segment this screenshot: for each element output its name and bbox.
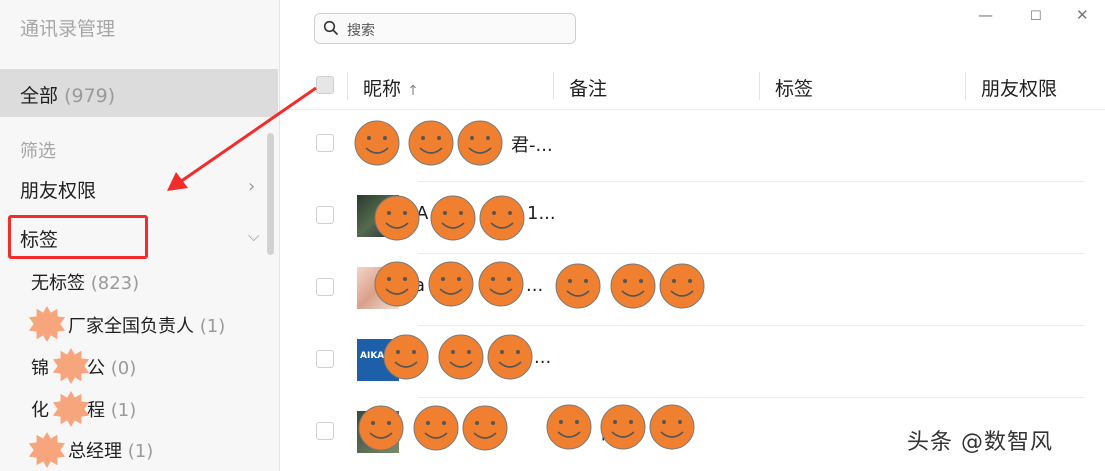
smiley-sticker-icon — [374, 195, 420, 241]
tag-item-label: 化 — [31, 400, 49, 421]
sidebar-item-friend-permission[interactable]: 朋友权限 › — [0, 168, 270, 208]
tag-item-general-manager[interactable]: 总经理 (1) — [68, 437, 153, 469]
tag-item-untagged[interactable]: 无标签 (823) — [31, 269, 139, 301]
smiley-sticker-icon — [555, 263, 601, 309]
column-friend-permission[interactable]: 朋友权限 — [981, 74, 1057, 101]
column-tags[interactable]: 标签 — [775, 74, 813, 101]
all-label: 全部 — [20, 85, 59, 107]
row-checkbox[interactable] — [316, 350, 334, 368]
contact-name: ... — [534, 347, 552, 368]
smiley-sticker-icon — [383, 334, 429, 380]
tag-item-label: 锦 — [31, 358, 49, 379]
smiley-sticker-icon — [610, 263, 656, 309]
smiley-sticker-icon — [659, 263, 705, 309]
tag-item-count: (823) — [90, 273, 140, 294]
row-checkbox[interactable] — [316, 206, 334, 224]
smiley-sticker-icon — [354, 120, 400, 166]
row-checkbox[interactable] — [316, 422, 334, 440]
smiley-sticker-icon — [430, 195, 476, 241]
search-input[interactable]: 搜索 — [314, 13, 576, 44]
column-divider — [553, 72, 554, 100]
smiley-sticker-icon — [487, 334, 533, 380]
contact-name-tail: 1... — [527, 203, 556, 224]
close-icon[interactable]: ✕ — [1076, 6, 1089, 24]
tag-item-label: 总经理 — [68, 441, 122, 462]
smiley-sticker-icon — [413, 405, 459, 451]
smiley-sticker-icon — [438, 334, 484, 380]
tag-item-label: 厂家全国负责人 — [68, 316, 194, 337]
column-divider — [759, 72, 760, 100]
sidebar: 通讯录管理 全部 (979) 筛选 朋友权限 › 标签 ⌵ 无标签 (823) … — [0, 0, 280, 471]
tag-item-count: (1) — [110, 400, 137, 421]
select-all-checkbox[interactable] — [316, 76, 334, 94]
all-count: (979) — [64, 85, 116, 107]
tag-item-count: (0) — [110, 358, 137, 379]
column-divider — [965, 72, 966, 100]
table-header: 昵称 ↑ 备注 标签 朋友权限 — [281, 62, 1105, 110]
smiley-sticker-icon — [600, 404, 646, 450]
row-checkbox[interactable] — [316, 134, 334, 152]
smiley-sticker-icon — [479, 195, 525, 241]
tag-item-count: (1) — [199, 316, 226, 337]
friend-permission-label: 朋友权限 — [20, 180, 97, 202]
smiley-sticker-icon — [546, 404, 592, 450]
sort-ascending-icon: ↑ — [407, 83, 419, 99]
row-checkbox[interactable] — [316, 278, 334, 296]
maximize-icon[interactable]: ☐ — [1030, 9, 1042, 24]
smiley-sticker-icon — [649, 404, 695, 450]
contacts-manager-window: 通讯录管理 全部 (979) 筛选 朋友权限 › 标签 ⌵ 无标签 (823) … — [0, 0, 1105, 471]
privacy-sticker-icon — [52, 347, 90, 385]
tag-item-manufacturer[interactable]: 厂家全国负责人 (1) — [68, 312, 225, 344]
minimize-icon[interactable]: — — [978, 6, 993, 24]
table-row[interactable]: 君-... — [281, 110, 1105, 182]
smiley-sticker-icon — [428, 261, 474, 307]
tags-highlight-box — [8, 215, 148, 259]
privacy-sticker-icon — [52, 390, 90, 428]
chevron-down-icon: ⌵ — [248, 227, 260, 245]
tag-item-label: 无标签 — [31, 273, 85, 294]
tag-item-count: (1) — [127, 441, 154, 462]
smiley-sticker-icon — [457, 120, 503, 166]
watermark: 头条 @数智风 — [907, 430, 1053, 455]
smiley-sticker-icon — [462, 405, 508, 451]
column-divider — [347, 72, 348, 100]
contact-name: 君-... — [511, 135, 553, 156]
smiley-sticker-icon — [478, 261, 524, 307]
privacy-sticker-icon — [28, 305, 66, 343]
main-panel: 搜索 — ☐ ✕ 昵称 ↑ 备注 标签 朋友权限 君-... A 1... a … — [281, 0, 1105, 471]
column-nickname-label: 昵称 — [363, 78, 402, 100]
search-placeholder: 搜索 — [347, 23, 375, 39]
column-nickname[interactable]: 昵称 ↑ — [363, 74, 419, 101]
privacy-sticker-icon — [28, 431, 66, 469]
sidebar-scrollbar[interactable] — [267, 133, 274, 255]
filter-section-label: 筛选 — [20, 141, 56, 162]
chevron-right-icon: › — [248, 176, 256, 197]
smiley-sticker-icon — [374, 261, 420, 307]
search-icon — [323, 20, 339, 36]
sidebar-item-all[interactable]: 全部 (979) — [0, 69, 278, 117]
smiley-sticker-icon — [358, 405, 404, 451]
smiley-sticker-icon — [408, 120, 454, 166]
column-remark[interactable]: 备注 — [569, 74, 607, 101]
app-title: 通讯录管理 — [20, 18, 116, 40]
contact-name-tail: ... — [526, 275, 544, 296]
